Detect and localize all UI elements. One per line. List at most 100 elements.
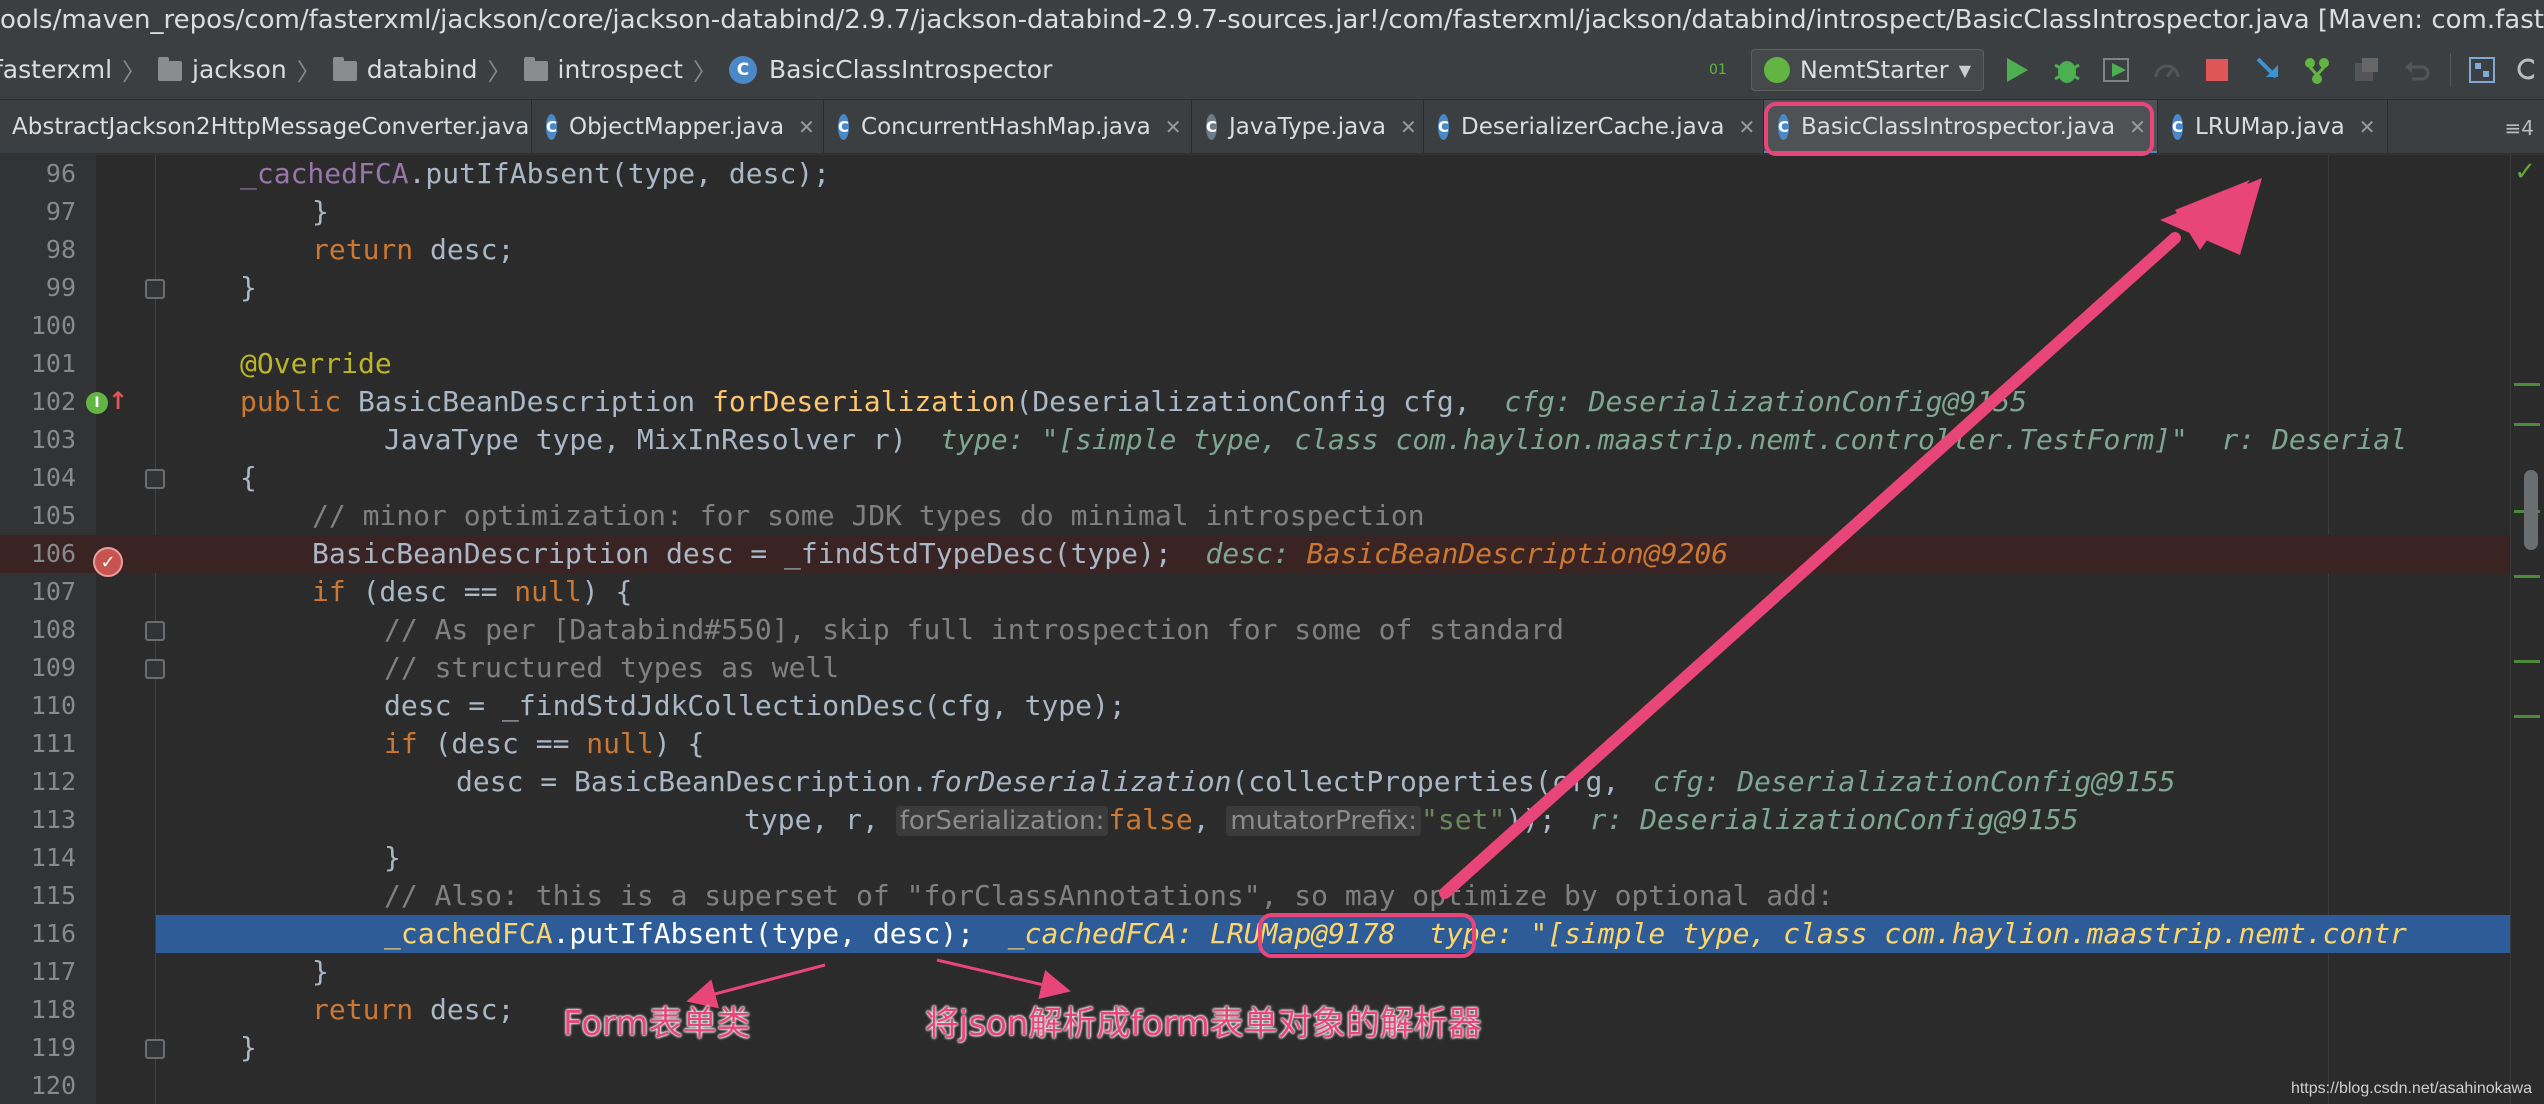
breadcrumb-label: introspect: [557, 55, 683, 84]
vcs-update-icon[interactable]: [2250, 53, 2284, 87]
code-text: JavaType type, MixInResolver r) type: "[…: [384, 423, 2407, 456]
line-number-cell: 116: [0, 915, 156, 953]
stop-icon[interactable]: [2200, 53, 2234, 87]
close-icon[interactable]: ✕: [2359, 115, 2376, 139]
close-icon[interactable]: ✕: [1165, 115, 1182, 139]
search-everywhere-icon[interactable]: [2514, 53, 2534, 87]
code-line[interactable]: 120: [0, 1067, 2544, 1104]
arrow-up-icon[interactable]: ↑: [108, 387, 128, 415]
breadcrumb-item-fasterxml[interactable]: fasterxml 〉: [0, 52, 158, 87]
change-marker[interactable]: [2514, 660, 2540, 663]
code-text: @Override: [240, 347, 392, 380]
main-toolbar: 01 NemtStarter ▼: [1701, 40, 2544, 99]
sort-icon[interactable]: 01: [1701, 53, 1735, 87]
fold-marker-icon[interactable]: [145, 1039, 165, 1059]
code-line[interactable]: 97 }: [0, 193, 2544, 231]
code-line[interactable]: 107 if (desc == null) {: [0, 573, 2544, 611]
debug-icon[interactable]: [2050, 53, 2084, 87]
breadcrumb-label: BasicClassIntrospector: [768, 55, 1053, 84]
line-number: 118: [30, 995, 76, 1024]
debug-inline-name: _cachedFCA:: [1007, 917, 1194, 950]
parameter-hint: mutatorPrefix:: [1226, 806, 1422, 836]
breadcrumb-item-databind[interactable]: databind 〉: [332, 52, 524, 87]
breadcrumb-label: databind: [366, 55, 478, 84]
code-line[interactable]: 101 @Override: [0, 345, 2544, 383]
tab-overflow-menu[interactable]: ≡4: [2505, 100, 2534, 153]
tab-java-type[interactable]: C JavaType.java ✕: [1192, 100, 1424, 153]
code-line[interactable]: 104 {: [0, 459, 2544, 497]
code-editor[interactable]: 96 _cachedFCA.putIfAbsent(type, desc); 9…: [0, 155, 2544, 1104]
revert-icon[interactable]: [2400, 53, 2434, 87]
tab-object-mapper[interactable]: C ObjectMapper.java ✕: [532, 100, 824, 153]
code-line[interactable]: 96 _cachedFCA.putIfAbsent(type, desc);: [0, 155, 2544, 193]
code-line[interactable]: 115 // Also: this is a superset of "forC…: [0, 877, 2544, 915]
code-line[interactable]: 100: [0, 307, 2544, 345]
code-text: type, r, forSerialization: false, mutator…: [744, 803, 2079, 836]
close-icon[interactable]: ✕: [1400, 115, 1417, 139]
line-number: 109: [30, 653, 76, 682]
tab-label: JavaType.java: [1229, 113, 1386, 140]
tab-lru-map[interactable]: C LRUMap.java ✕: [2158, 100, 2388, 153]
breadcrumb-item-jackson[interactable]: jackson 〉: [158, 52, 333, 87]
code-line[interactable]: 117 }: [0, 953, 2544, 991]
code-line[interactable]: 105 // minor optimization: for some JDK …: [0, 497, 2544, 535]
run-with-coverage-icon[interactable]: [2100, 53, 2134, 87]
tab-abstract-jackson2-http-message-converter[interactable]: AbstractJackson2HttpMessageConverter.jav…: [0, 100, 560, 153]
debug-inline-value: type: "[simple type, class com.haylion.m…: [940, 423, 2407, 456]
project-structure-icon[interactable]: [2450, 53, 2498, 87]
code-text: // structured types as well: [384, 651, 840, 684]
code-text: if (desc == null) {: [384, 727, 705, 760]
chevron-down-icon: ▼: [1958, 60, 1971, 80]
code-line[interactable]: 108 // As per [Databind#550], skip full …: [0, 611, 2544, 649]
line-number: 107: [30, 577, 76, 606]
code-line[interactable]: 99 }: [0, 269, 2544, 307]
code-line[interactable]: 113 type, r, forSerialization: false, mut…: [0, 801, 2544, 839]
code-line[interactable]: 114 }: [0, 839, 2544, 877]
tab-deserializer-cache[interactable]: C DeserializerCache.java ✕: [1424, 100, 1764, 153]
code-line[interactable]: 112 desc = BasicBeanDescription.forDeser…: [0, 763, 2544, 801]
breadcrumb-item-introspect[interactable]: introspect 〉: [523, 52, 729, 87]
folder-icon: [332, 56, 357, 81]
highlight-box-lrumap-value: [1258, 913, 1476, 958]
line-number: 110: [30, 691, 76, 720]
line-number: 103: [30, 425, 76, 454]
error-stripe[interactable]: ✓: [2510, 155, 2544, 1104]
tab-concurrent-hash-map[interactable]: C ConcurrentHashMap.java ✕: [824, 100, 1192, 153]
change-marker[interactable]: [2514, 423, 2540, 426]
code-line[interactable]: 109 // structured types as well: [0, 649, 2544, 687]
code-line[interactable]: 102 I ↑ public BasicBeanDescription forD…: [0, 383, 2544, 421]
run-configuration-selector[interactable]: NemtStarter ▼: [1750, 49, 1984, 91]
code-text: {: [240, 461, 257, 494]
run-icon[interactable]: [2000, 53, 2034, 87]
close-icon[interactable]: ✕: [798, 115, 815, 139]
code-line[interactable]: 103 JavaType type, MixInResolver r) type…: [0, 421, 2544, 459]
code-line[interactable]: 98 return desc;: [0, 231, 2544, 269]
profile-icon[interactable]: [2150, 53, 2184, 87]
fold-marker-icon[interactable]: [145, 659, 165, 679]
debug-inline-value: r: DeserializationConfig@9155: [1589, 803, 2079, 836]
line-number: 100: [30, 311, 76, 340]
fold-marker-icon[interactable]: [145, 469, 165, 489]
scrollbar-thumb[interactable]: [2524, 470, 2538, 550]
implements-method-icon[interactable]: I: [86, 392, 108, 414]
breadcrumb-item-current-class[interactable]: C BasicClassIntrospector: [728, 55, 1053, 84]
line-number: 104: [30, 463, 76, 492]
change-marker[interactable]: [2514, 383, 2540, 386]
fold-marker-icon[interactable]: [145, 279, 165, 299]
code-line[interactable]: 110 desc = _findStdJdkCollectionDesc(cfg…: [0, 687, 2544, 725]
change-marker[interactable]: [2514, 575, 2540, 578]
chevron-right-icon: 〉: [296, 58, 321, 86]
chevron-right-icon: 〉: [692, 58, 717, 86]
fold-marker-icon[interactable]: [145, 621, 165, 641]
vcs-commit-icon[interactable]: [2300, 53, 2334, 87]
run-configuration-label: NemtStarter: [1799, 56, 1949, 84]
class-icon: C: [2172, 113, 2184, 140]
code-line-breakpoint[interactable]: 106 ✓ BasicBeanDescription desc = _findS…: [0, 535, 2544, 577]
code-line[interactable]: 111 if (desc == null) {: [0, 725, 2544, 763]
parameter-hint: forSerialization:: [895, 806, 1109, 836]
vcs-history-icon[interactable]: [2350, 53, 2384, 87]
code-text: // As per [Databind#550], skip full intr…: [384, 613, 1565, 646]
close-icon[interactable]: ✕: [1738, 115, 1755, 139]
change-marker[interactable]: [2514, 715, 2540, 718]
highlight-box-active-tab: [1764, 102, 2154, 156]
